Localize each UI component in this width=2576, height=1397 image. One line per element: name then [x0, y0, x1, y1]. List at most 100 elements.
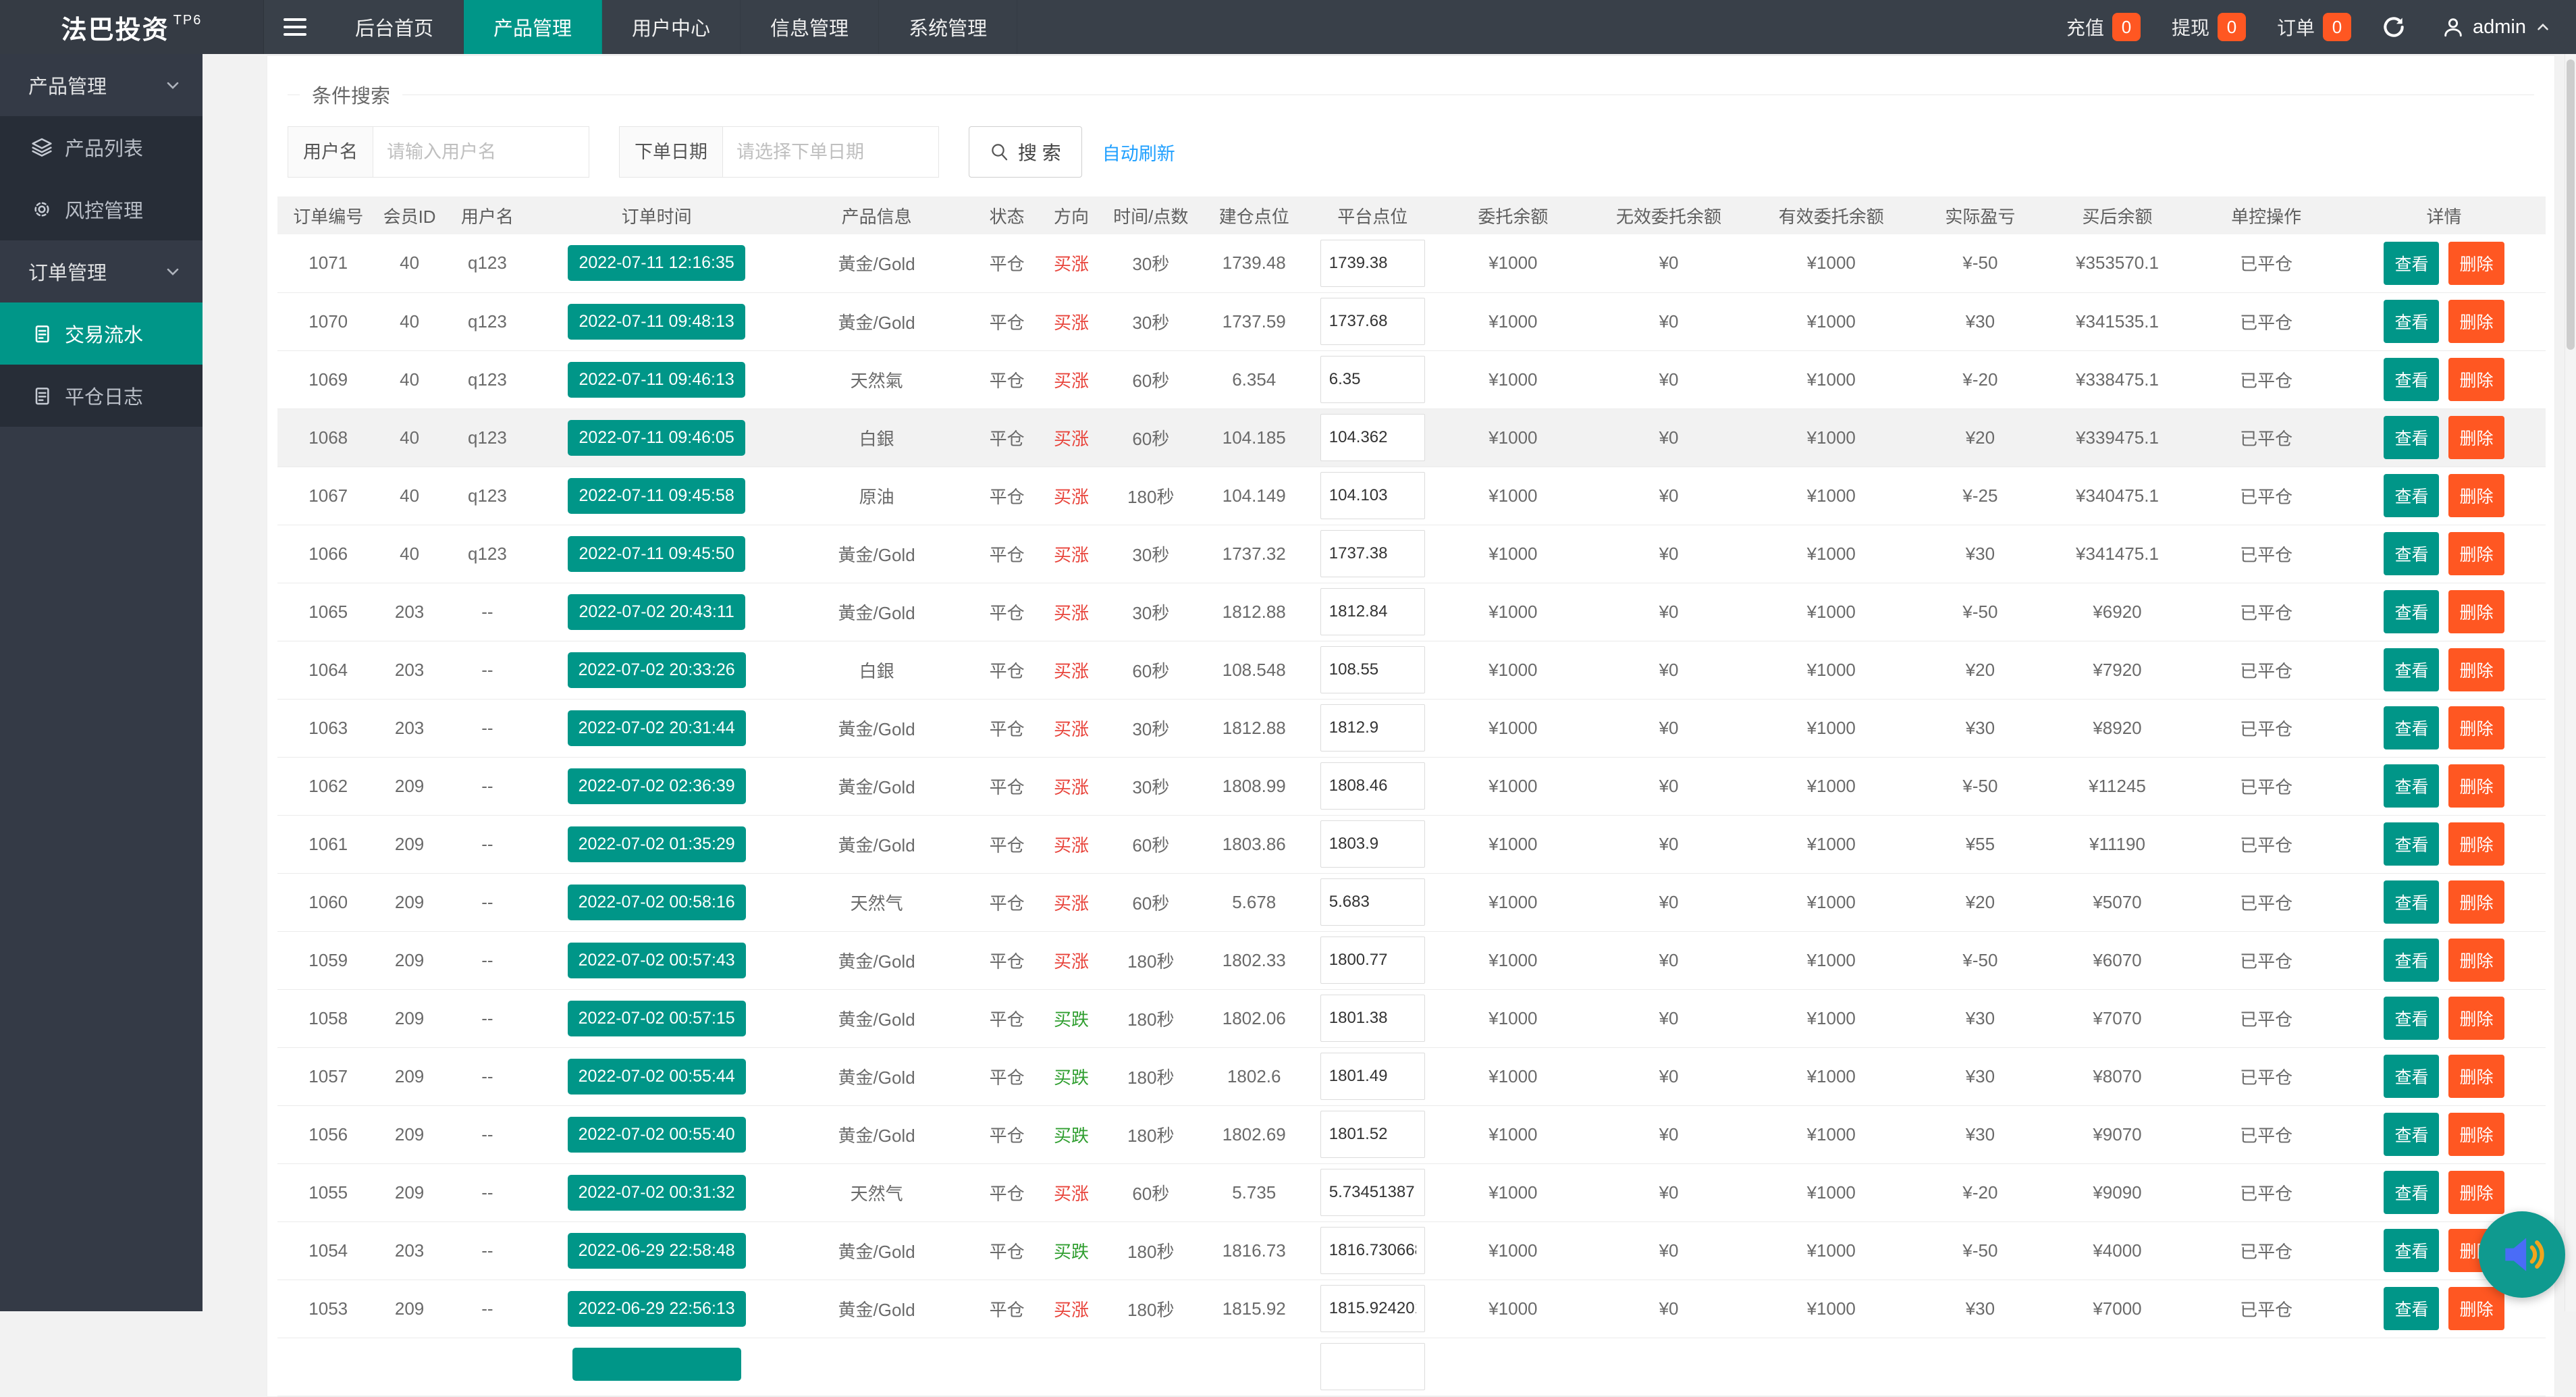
view-button[interactable]: 查看: [2384, 997, 2439, 1040]
direction-label: 买涨: [1054, 777, 1089, 797]
user-menu[interactable]: admin: [2442, 16, 2552, 38]
order-date-input[interactable]: [723, 126, 939, 178]
direction-label: 买跌: [1054, 1126, 1089, 1146]
view-button[interactable]: 查看: [2384, 242, 2439, 285]
order-time-cell: 2022-07-02 20:43:11: [535, 583, 778, 641]
refresh-button[interactable]: [2381, 14, 2407, 40]
delete-button[interactable]: 删除: [2448, 822, 2504, 866]
order-time-cell: 2022-07-11 09:46:05: [535, 408, 778, 467]
platform-point-input[interactable]: [1320, 298, 1425, 345]
view-button[interactable]: 查看: [2384, 1055, 2439, 1098]
direction-label: 买涨: [1054, 313, 1089, 333]
platform-point-input[interactable]: [1320, 1343, 1425, 1390]
sidebar-group-1[interactable]: 产品管理: [0, 54, 203, 116]
column-header: 时间/点数: [1104, 196, 1198, 234]
profit-cell: ¥30: [1916, 989, 2045, 1047]
menu-toggle-icon[interactable]: [263, 0, 325, 54]
view-button[interactable]: 查看: [2384, 590, 2439, 633]
platform-point-input[interactable]: [1320, 530, 1425, 577]
actions-cell: 查看删除: [2342, 757, 2546, 815]
delete-button[interactable]: 删除: [2448, 1171, 2504, 1214]
view-button[interactable]: 查看: [2384, 474, 2439, 517]
platform-point-input[interactable]: [1320, 646, 1425, 693]
duration-cell: 30秒: [1104, 525, 1198, 583]
nav-item-5[interactable]: 系统管理: [879, 0, 1017, 54]
profit-cell: ¥20: [1916, 873, 2045, 931]
valid-entrust-cell: ¥1000: [1746, 1163, 1916, 1221]
view-button[interactable]: 查看: [2384, 822, 2439, 866]
sidebar-item-风控管理[interactable]: 风控管理: [0, 178, 203, 240]
view-button[interactable]: 查看: [2384, 1229, 2439, 1272]
view-button[interactable]: 查看: [2384, 1113, 2439, 1156]
view-button[interactable]: 查看: [2384, 706, 2439, 749]
direction-label: 买涨: [1054, 1300, 1089, 1320]
view-button[interactable]: 查看: [2384, 939, 2439, 982]
counter-3[interactable]: 订单0: [2277, 13, 2351, 41]
view-button[interactable]: 查看: [2384, 764, 2439, 808]
auto-refresh-link[interactable]: 自动刷新: [1102, 139, 1175, 165]
platform-point-input[interactable]: [1320, 588, 1425, 635]
platform-point-input[interactable]: [1320, 1111, 1425, 1158]
nav-item-4[interactable]: 信息管理: [741, 0, 879, 54]
delete-button[interactable]: 删除: [2448, 648, 2504, 691]
vertical-scrollbar[interactable]: [2565, 54, 2576, 1311]
delete-button[interactable]: 删除: [2448, 242, 2504, 285]
sidebar-group-2[interactable]: 订单管理: [0, 240, 203, 302]
platform-point-input[interactable]: [1320, 1285, 1425, 1332]
search-button[interactable]: 搜 索: [969, 126, 1082, 178]
platform-point-input[interactable]: [1320, 356, 1425, 403]
delete-button[interactable]: 删除: [2448, 997, 2504, 1040]
platform-point-cell: [1310, 1105, 1435, 1163]
username-input[interactable]: [373, 126, 589, 178]
view-button[interactable]: 查看: [2384, 1287, 2439, 1330]
platform-point-input[interactable]: [1320, 937, 1425, 984]
platform-point-input[interactable]: [1320, 762, 1425, 810]
valid-entrust-cell: ¥1000: [1746, 1221, 1916, 1280]
view-button[interactable]: 查看: [2384, 532, 2439, 575]
counter-1[interactable]: 充值0: [2066, 13, 2141, 41]
view-button[interactable]: 查看: [2384, 300, 2439, 343]
platform-point-input[interactable]: [1320, 414, 1425, 461]
delete-button[interactable]: 删除: [2448, 1287, 2504, 1330]
open-point-cell: 1739.48: [1198, 234, 1310, 292]
view-button[interactable]: 查看: [2384, 358, 2439, 401]
platform-point-input[interactable]: [1320, 820, 1425, 868]
status-cell: 平仓: [975, 1221, 1039, 1280]
sidebar-item-交易流水[interactable]: 交易流水: [0, 302, 203, 365]
platform-point-input[interactable]: [1320, 878, 1425, 926]
delete-button[interactable]: 删除: [2448, 939, 2504, 982]
platform-point-input[interactable]: [1320, 472, 1425, 519]
delete-button[interactable]: 删除: [2448, 880, 2504, 924]
delete-button[interactable]: 删除: [2448, 590, 2504, 633]
delete-button[interactable]: 删除: [2448, 300, 2504, 343]
delete-button[interactable]: 删除: [2448, 474, 2504, 517]
platform-point-input[interactable]: [1320, 995, 1425, 1042]
nav-item-1[interactable]: 后台首页: [325, 0, 464, 54]
column-header: 订单时间: [535, 196, 778, 234]
platform-point-input[interactable]: [1320, 704, 1425, 752]
sidebar-item-平仓日志[interactable]: 平仓日志: [0, 365, 203, 427]
table-row: 1058209--2022-07-02 00:57:15黄金/Gold平仓买跌1…: [277, 989, 2546, 1047]
nav-item-2[interactable]: 产品管理: [464, 0, 602, 54]
sound-toggle-button[interactable]: [2479, 1211, 2565, 1298]
platform-point-input[interactable]: [1320, 1227, 1425, 1274]
view-button[interactable]: 查看: [2384, 416, 2439, 459]
delete-button[interactable]: 删除: [2448, 1113, 2504, 1156]
counter-2[interactable]: 提现0: [2172, 13, 2246, 41]
platform-point-input[interactable]: [1320, 1169, 1425, 1216]
platform-point-input[interactable]: [1320, 240, 1425, 287]
delete-button[interactable]: 删除: [2448, 764, 2504, 808]
platform-point-input[interactable]: [1320, 1053, 1425, 1100]
delete-button[interactable]: 删除: [2448, 706, 2504, 749]
delete-button[interactable]: 删除: [2448, 358, 2504, 401]
order-time-cell: 2022-07-11 12:16:35: [535, 234, 778, 292]
delete-button[interactable]: 删除: [2448, 1055, 2504, 1098]
view-button[interactable]: 查看: [2384, 1171, 2439, 1214]
view-button[interactable]: 查看: [2384, 880, 2439, 924]
nav-item-3[interactable]: 用户中心: [602, 0, 741, 54]
delete-button[interactable]: 删除: [2448, 532, 2504, 575]
sidebar-item-产品列表[interactable]: 产品列表: [0, 116, 203, 178]
scrollbar-thumb[interactable]: [2567, 59, 2575, 350]
view-button[interactable]: 查看: [2384, 648, 2439, 691]
delete-button[interactable]: 删除: [2448, 416, 2504, 459]
